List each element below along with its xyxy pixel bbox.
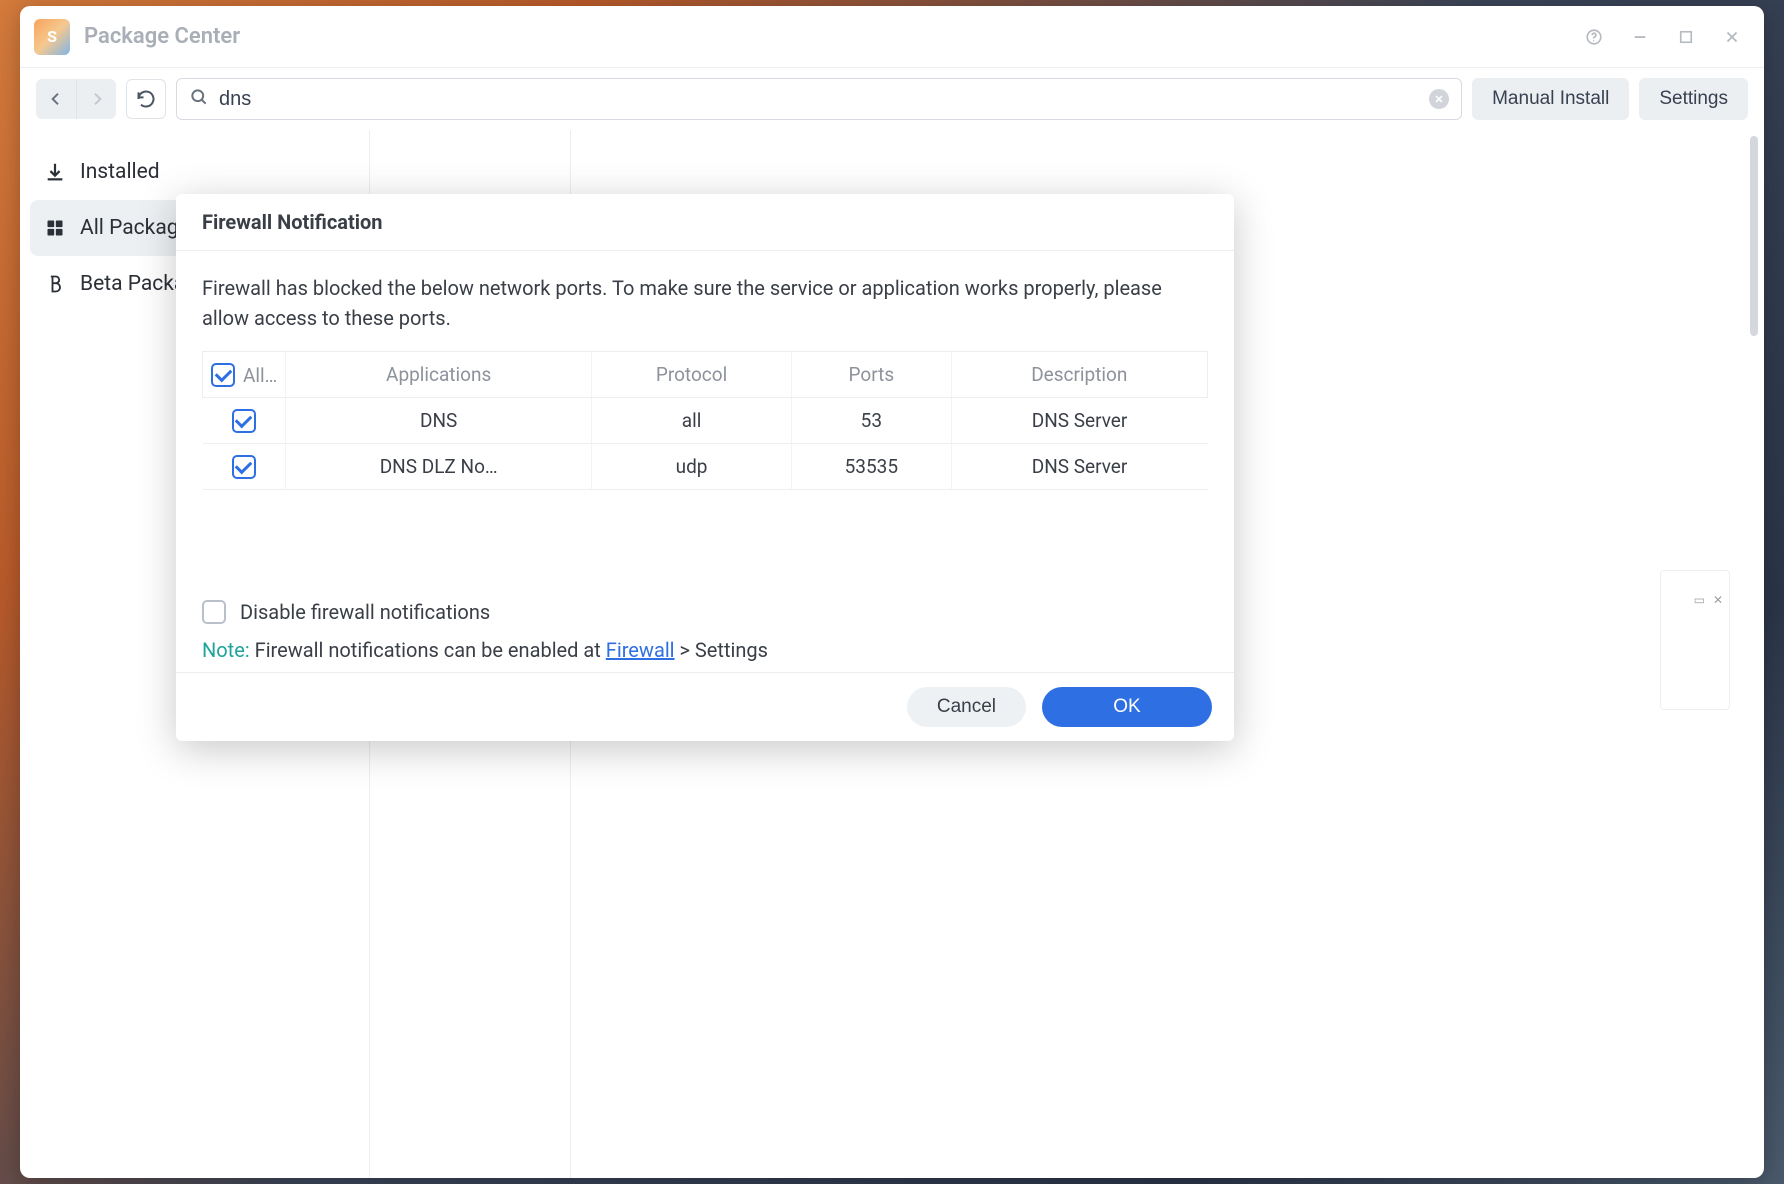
panel-expand-icon[interactable]: ▭ <box>1694 593 1705 607</box>
cell-description: DNS Server <box>951 398 1207 444</box>
search-box[interactable] <box>176 78 1462 120</box>
cell-application: DNS DLZ No… <box>286 444 592 490</box>
col-header-applications[interactable]: Applications <box>286 352 592 398</box>
note-text-suffix: > Settings <box>675 638 768 662</box>
note-row: Note: Firewall notifications can be enab… <box>202 638 1208 662</box>
back-button[interactable] <box>36 79 76 119</box>
cell-application: DNS <box>286 398 592 444</box>
cancel-button[interactable]: Cancel <box>907 687 1026 727</box>
sidebar-item-installed[interactable]: Installed <box>30 144 359 200</box>
dialog-footer: Cancel OK <box>176 672 1234 741</box>
settings-button[interactable]: Settings <box>1639 78 1748 120</box>
titlebar: S Package Center <box>20 6 1764 68</box>
cell-ports: 53 <box>792 398 951 444</box>
dialog-message: Firewall has blocked the below network p… <box>202 273 1208 333</box>
scrollbar[interactable] <box>1750 136 1758 336</box>
firewall-ports-table: All… Applications Protocol Ports Descrip… <box>202 351 1208 490</box>
grid-icon <box>44 217 66 239</box>
cell-description: DNS Server <box>951 444 1207 490</box>
beta-icon <box>44 273 66 295</box>
disable-notifications-label: Disable firewall notifications <box>240 600 490 624</box>
refresh-button[interactable] <box>126 79 166 119</box>
app-title: Package Center <box>84 24 240 49</box>
select-all-checkbox[interactable] <box>211 363 235 387</box>
col-header-ports[interactable]: Ports <box>792 352 951 398</box>
background-panel: ▭ ✕ <box>1660 570 1730 710</box>
note-label: Note: <box>202 638 250 662</box>
ok-button[interactable]: OK <box>1042 687 1212 727</box>
forward-button[interactable] <box>76 79 116 119</box>
row-checkbox[interactable] <box>232 409 256 433</box>
help-icon[interactable] <box>1580 23 1608 51</box>
firewall-notification-dialog: Firewall Notification Firewall has block… <box>176 194 1234 741</box>
row-checkbox[interactable] <box>232 455 256 479</box>
col-header-description[interactable]: Description <box>951 352 1207 398</box>
disable-notifications-checkbox[interactable] <box>202 600 226 624</box>
cell-protocol: all <box>591 398 791 444</box>
table-row[interactable]: DNS DLZ No… udp 53535 DNS Server <box>203 444 1208 490</box>
col-header-protocol[interactable]: Protocol <box>591 352 791 398</box>
search-icon <box>189 87 209 111</box>
cell-protocol: udp <box>591 444 791 490</box>
panel-close-icon[interactable]: ✕ <box>1713 593 1723 607</box>
note-text-prefix: Firewall notifications can be enabled at <box>255 638 606 662</box>
app-icon: S <box>34 19 70 55</box>
clear-search-icon[interactable] <box>1429 89 1449 109</box>
firewall-link[interactable]: Firewall <box>606 638 675 662</box>
cell-ports: 53535 <box>792 444 951 490</box>
col-header-all[interactable]: All… <box>203 352 286 398</box>
minimize-icon[interactable] <box>1626 23 1654 51</box>
download-icon <box>44 161 66 183</box>
toolbar: Manual Install Settings <box>20 68 1764 130</box>
close-icon[interactable] <box>1718 23 1746 51</box>
search-input[interactable] <box>219 88 1419 111</box>
dialog-title: Firewall Notification <box>176 194 1234 251</box>
table-row[interactable]: DNS all 53 DNS Server <box>203 398 1208 444</box>
nav-group <box>36 79 116 119</box>
manual-install-button[interactable]: Manual Install <box>1472 78 1629 120</box>
maximize-icon[interactable] <box>1672 23 1700 51</box>
sidebar-item-label: Installed <box>80 160 160 184</box>
